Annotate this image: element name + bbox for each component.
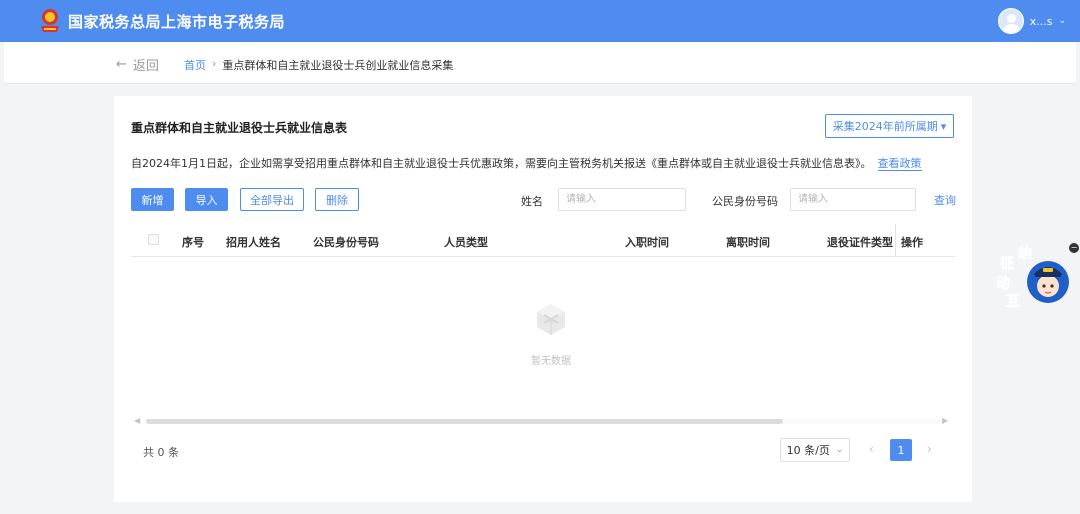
page-number-current[interactable]: 1 bbox=[890, 439, 912, 461]
name-input[interactable] bbox=[558, 188, 686, 211]
top-header: 国家税务总局上海市电子税务局 x...s ⌄ bbox=[0, 0, 1080, 42]
scroll-left-icon[interactable]: ◀ bbox=[134, 416, 140, 425]
widget-char-2: 征 bbox=[1000, 255, 1014, 272]
empty-state: 暂无数据 bbox=[511, 301, 591, 367]
user-name: x...s bbox=[1029, 14, 1053, 28]
widget-char-1: 纳 bbox=[1018, 245, 1032, 262]
widget-char-4: 互 bbox=[1006, 294, 1020, 310]
add-button[interactable]: 新增 bbox=[131, 188, 174, 211]
main-card: 重点群体和自主就业退役士兵就业信息表 采集2024年前所属期 ▾ 自2024年1… bbox=[114, 96, 972, 502]
breadcrumb-home[interactable]: 首页 bbox=[184, 57, 206, 73]
id-number-input[interactable] bbox=[790, 188, 916, 211]
widget-char-3: 动 bbox=[996, 275, 1010, 292]
widget-close-icon[interactable]: − bbox=[1069, 243, 1079, 253]
scroll-right-icon[interactable]: ▶ bbox=[942, 416, 948, 425]
breadcrumb-current: 重点群体和自主就业退役士兵创业就业信息采集 bbox=[222, 59, 454, 72]
select-all-checkbox[interactable] bbox=[148, 234, 159, 245]
prev-page-icon[interactable]: ‹ bbox=[869, 442, 874, 456]
name-label: 姓名 bbox=[521, 195, 543, 208]
site-title: 国家税务总局上海市电子税务局 bbox=[68, 13, 286, 31]
total-count: 共 0 条 bbox=[143, 446, 179, 459]
caret-down-icon: ▾ bbox=[940, 119, 947, 133]
chevron-down-icon: ⌄ bbox=[1058, 16, 1066, 26]
import-button[interactable]: 导入 bbox=[185, 188, 228, 211]
delete-button[interactable]: 删除 bbox=[315, 188, 359, 211]
export-all-button[interactable]: 全部导出 bbox=[240, 188, 304, 211]
period-button-label: 采集2024年前所属期 bbox=[832, 120, 938, 133]
tax-emblem-icon bbox=[41, 9, 59, 32]
chevron-down-icon: ⌄ bbox=[835, 445, 844, 455]
chevron-right-icon: › bbox=[212, 57, 217, 70]
page-size-value: 10 条/页 bbox=[786, 444, 830, 457]
column-divider bbox=[895, 224, 896, 257]
col-hire-date: 入职时间 bbox=[625, 236, 669, 249]
arrow-left-icon: ← bbox=[116, 57, 127, 72]
next-page-icon[interactable]: › bbox=[927, 442, 932, 456]
col-name: 招用人姓名 bbox=[226, 236, 281, 249]
empty-text: 暂无数据 bbox=[531, 356, 571, 367]
view-policy-link[interactable]: 查看政策 bbox=[877, 157, 922, 171]
page-size-select[interactable]: 10 条/页 ⌄ bbox=[780, 438, 850, 462]
horizontal-scrollbar[interactable]: ◀ ▶ bbox=[131, 416, 955, 426]
query-button[interactable]: 查询 bbox=[934, 192, 956, 208]
period-select-button[interactable]: 采集2024年前所属期 ▾ bbox=[825, 114, 954, 138]
scroll-thumb[interactable] bbox=[146, 419, 783, 424]
policy-notice: 自2024年1月1日起，企业如需享受招用重点群体和自主就业退役士兵优惠政策，需要… bbox=[131, 155, 922, 171]
breadcrumb: 首页 › 重点群体和自主就业退役士兵创业就业信息采集 bbox=[184, 57, 453, 73]
back-label: 返回 bbox=[132, 59, 159, 74]
col-veteran-cert-type: 退役证件类型 bbox=[827, 236, 893, 249]
empty-box-icon bbox=[537, 304, 565, 335]
user-menu[interactable]: x...s ⌄ bbox=[997, 8, 1066, 34]
col-actions: 操作 bbox=[901, 236, 923, 249]
id-label: 公民身份号码 bbox=[712, 195, 778, 208]
avatar bbox=[997, 8, 1024, 34]
col-id-number: 公民身份号码 bbox=[313, 236, 379, 249]
breadcrumb-bar: ← 返回 首页 › 重点群体和自主就业退役士兵创业就业信息采集 bbox=[4, 42, 1076, 84]
col-index: 序号 bbox=[182, 236, 204, 249]
notice-text: 自2024年1月1日起，企业如需享受招用重点群体和自主就业退役士兵优惠政策，需要… bbox=[131, 157, 872, 170]
col-person-type: 人员类型 bbox=[444, 236, 488, 249]
table-header: 序号 招用人姓名 公民身份号码 人员类型 入职时间 离职时间 退役证件类型 操作 bbox=[131, 224, 955, 257]
col-leave-date: 离职时间 bbox=[726, 236, 770, 249]
tax-interaction-widget[interactable]: 纳 征 动 互 bbox=[992, 244, 1072, 314]
back-button[interactable]: ← 返回 bbox=[116, 55, 159, 74]
page-title: 重点群体和自主就业退役士兵就业信息表 bbox=[131, 121, 348, 135]
